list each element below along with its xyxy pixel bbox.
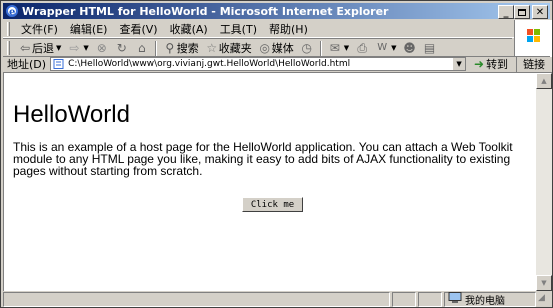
- security-zone-pane: 我的电脑: [444, 291, 536, 307]
- menu-help[interactable]: 帮助(H): [263, 21, 314, 37]
- links-button[interactable]: 链接: [516, 55, 545, 72]
- home-button[interactable]: ⌂: [132, 41, 152, 55]
- messenger-button[interactable]: ☻: [400, 41, 420, 55]
- print-icon: ⎙: [357, 41, 367, 55]
- chevron-down-icon[interactable]: ▼: [56, 44, 61, 52]
- status-bar: 我的电脑 ◢: [3, 291, 550, 307]
- media-icon: ◎: [259, 41, 271, 55]
- menu-view[interactable]: 查看(V): [113, 21, 163, 37]
- resize-grip[interactable]: ◢: [538, 293, 550, 305]
- refresh-button[interactable]: ↻: [112, 41, 132, 55]
- close-icon: ✕: [535, 6, 545, 18]
- stop-button[interactable]: ⊗: [92, 41, 112, 55]
- page-icon: [53, 58, 65, 69]
- address-label: 地址(D): [7, 57, 47, 71]
- search-icon: ⚲: [165, 41, 175, 55]
- chevron-down-icon: ▼: [456, 59, 462, 68]
- page-description: This is an example of a host page for th…: [13, 140, 513, 178]
- windows-logo-box: [514, 20, 552, 57]
- favorites-button[interactable]: ☆ 收藏夹: [202, 40, 255, 56]
- toolbar-separator: [154, 40, 157, 56]
- scroll-down-button[interactable]: ▼: [536, 275, 552, 291]
- go-label: 转到: [486, 57, 509, 71]
- window-title: Wrapper HTML for HelloWorld - Microsoft …: [22, 4, 389, 18]
- menu-grip: [7, 21, 10, 36]
- ie-app-icon: e: [5, 4, 19, 18]
- mail-icon: ✉: [329, 41, 340, 55]
- back-label: 后退: [32, 42, 54, 55]
- standard-toolbar: ⇦ 后退 ▼ ⇨ ▼ ⊗ ↻ ⌂ ⚲ 搜索 ☆ 收藏夹 ◎ 媒体 ◷ ✉ ▼ ⎙: [3, 38, 512, 57]
- stop-icon: ⊗: [96, 41, 107, 55]
- vertical-scrollbar[interactable]: ▲ ▼: [536, 73, 552, 291]
- go-arrow-icon: ➜: [474, 56, 485, 71]
- status-pane: [418, 291, 442, 307]
- address-bar: 地址(D) C:\HelloWorld\www\org.vivianj.gwt.…: [3, 55, 550, 72]
- click-me-button[interactable]: Click me: [242, 197, 303, 212]
- minimize-icon: _: [503, 6, 509, 18]
- search-button[interactable]: ⚲ 搜索: [160, 40, 202, 56]
- favorites-icon: ☆: [206, 41, 218, 55]
- media-label: 媒体: [271, 42, 294, 55]
- title-bar[interactable]: e Wrapper HTML for HelloWorld - Microsof…: [3, 3, 550, 19]
- page-viewport: HelloWorld This is an example of a host …: [3, 72, 552, 291]
- menu-favorites[interactable]: 收藏(A): [164, 21, 214, 37]
- chevron-down-icon[interactable]: ▼: [83, 44, 88, 52]
- security-zone-label: 我的电脑: [465, 295, 505, 307]
- windows-logo-icon: [527, 29, 540, 42]
- address-dropdown-arrow[interactable]: ▼: [452, 57, 466, 70]
- word-edit-icon: W: [377, 42, 388, 53]
- back-arrow-icon: ⇦: [19, 41, 31, 55]
- refresh-icon: ↻: [116, 41, 127, 55]
- status-pane: [392, 291, 416, 307]
- go-button[interactable]: ➜ 转到: [468, 56, 512, 72]
- page-heading: HelloWorld: [13, 101, 130, 128]
- chevron-down-icon: ▼: [541, 279, 547, 287]
- favorites-label: 收藏夹: [218, 42, 252, 55]
- search-label: 搜索: [176, 42, 199, 55]
- menu-edit[interactable]: 编辑(E): [64, 21, 114, 37]
- forward-button[interactable]: ⇨ ▼: [64, 41, 91, 55]
- home-icon: ⌂: [137, 41, 146, 55]
- research-button[interactable]: ▤: [420, 41, 440, 55]
- menu-bar: 文件(F) 编辑(E) 查看(V) 收藏(A) 工具(T) 帮助(H): [3, 20, 550, 38]
- history-button[interactable]: ◷: [297, 41, 317, 55]
- page-content: HelloWorld This is an example of a host …: [4, 73, 537, 291]
- minimize-button[interactable]: _: [498, 5, 514, 19]
- print-button[interactable]: ⎙: [352, 41, 372, 55]
- close-button[interactable]: ✕: [532, 5, 548, 19]
- mail-button[interactable]: ✉ ▼: [325, 41, 352, 55]
- browser-window: e Wrapper HTML for HelloWorld - Microsof…: [0, 0, 553, 308]
- back-button[interactable]: ⇦ 后退 ▼: [15, 40, 64, 56]
- chevron-up-icon: ▲: [541, 77, 547, 85]
- address-url: C:\HelloWorld\www\org.vivianj.gwt.HelloW…: [68, 58, 351, 69]
- messenger-icon: ☻: [403, 41, 416, 55]
- status-text-pane: [3, 291, 390, 307]
- edit-button[interactable]: W ▼: [372, 41, 399, 55]
- menu-tools[interactable]: 工具(T): [214, 21, 263, 37]
- forward-arrow-icon: ⇨: [69, 41, 80, 55]
- toolbar-grip: [7, 41, 10, 55]
- computer-icon: [448, 291, 462, 307]
- scroll-up-button[interactable]: ▲: [536, 73, 552, 89]
- address-input[interactable]: C:\HelloWorld\www\org.vivianj.gwt.HelloW…: [50, 56, 467, 71]
- toolbar-separator: [319, 40, 322, 56]
- maximize-button[interactable]: [514, 5, 530, 19]
- history-icon: ◷: [301, 41, 313, 55]
- chevron-down-icon[interactable]: ▼: [344, 44, 349, 52]
- svg-text:e: e: [9, 7, 15, 18]
- media-button[interactable]: ◎ 媒体: [255, 40, 297, 56]
- menu-file[interactable]: 文件(F): [15, 21, 64, 37]
- research-icon: ▤: [423, 41, 436, 55]
- chevron-down-icon[interactable]: ▼: [391, 44, 396, 52]
- maximize-icon: [518, 8, 526, 16]
